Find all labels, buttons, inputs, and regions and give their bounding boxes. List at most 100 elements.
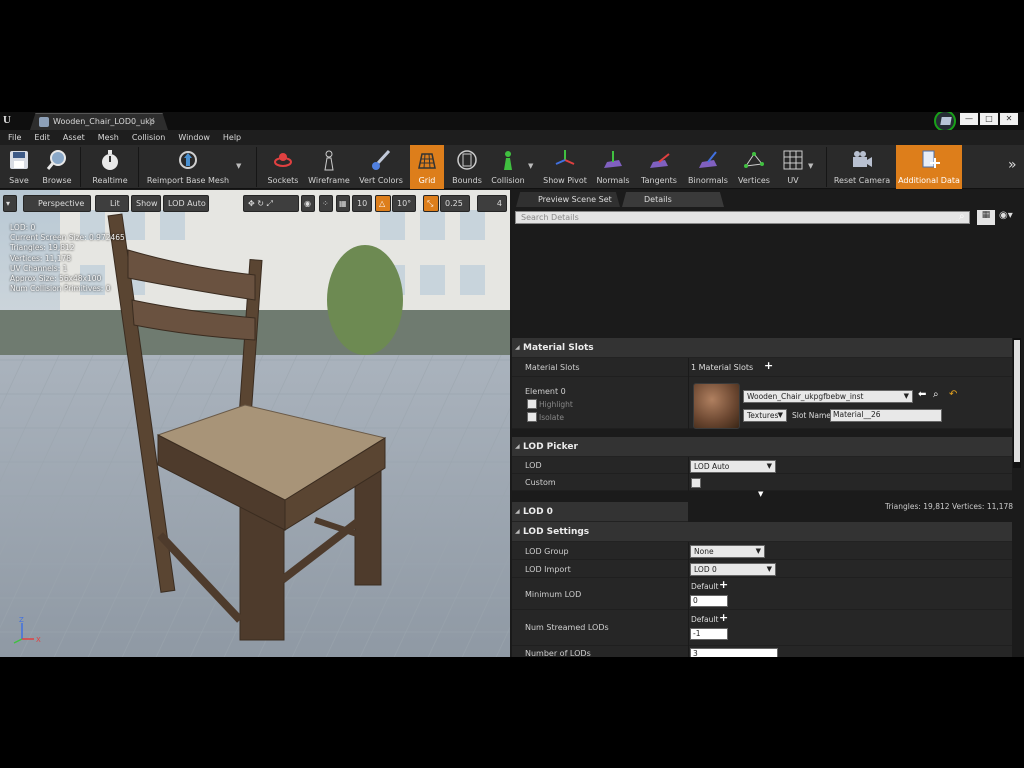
menu-collision[interactable]: Collision — [132, 133, 166, 142]
lod-group-dropdown[interactable]: None ▼ — [690, 545, 765, 558]
maximize-button[interactable]: □ — [980, 113, 998, 125]
collapse-arrow-icon[interactable]: ◢ — [515, 502, 520, 522]
transform-tools[interactable]: ✥ ↻ ⤢ — [243, 195, 299, 212]
section-lod-picker[interactable]: ◢ LOD Picker — [512, 437, 1012, 457]
number-of-lods-input[interactable]: 3 — [690, 648, 778, 657]
menu-file[interactable]: File — [8, 133, 21, 142]
add-material-slot-icon[interactable]: + — [764, 359, 773, 372]
scale-snap-value[interactable]: 0.25 — [440, 195, 470, 212]
rotation-snap-icon[interactable]: △ — [375, 195, 391, 212]
vertices-stat: Vertices: 11,178 — [952, 502, 1014, 511]
grid-snap-icon[interactable]: ▦ — [336, 195, 350, 212]
section-material-slots[interactable]: ◢ Material Slots — [512, 338, 1012, 358]
binormals-button[interactable]: Binormals — [686, 145, 730, 189]
view-options-icon[interactable]: ▦ — [977, 210, 995, 225]
tab-preview-scene-set[interactable]: Preview Scene Set — [516, 192, 620, 207]
isolate-checkbox[interactable] — [527, 412, 537, 422]
scrollbar-thumb[interactable] — [1014, 340, 1020, 462]
stat-lod: LOD: 0 — [10, 223, 36, 232]
rotation-snap-value[interactable]: 10° — [392, 195, 416, 212]
project-icon[interactable] — [932, 112, 958, 132]
lod-auto-button[interactable]: LOD Auto — [163, 195, 209, 212]
uv-button[interactable]: UV — [776, 145, 810, 189]
lod-import-dropdown[interactable]: LOD 0 ▼ — [690, 563, 776, 576]
vert-colors-button[interactable]: Vert Colors — [356, 145, 406, 189]
highlight-checkbox[interactable] — [527, 399, 537, 409]
panel-scrollbar[interactable] — [1013, 338, 1021, 468]
grid-button[interactable]: Grid — [410, 145, 444, 189]
section-lod-settings[interactable]: ◢ LOD Settings — [512, 522, 1012, 542]
world-local-icon[interactable]: ◉ — [301, 195, 315, 212]
collision-dropdown-icon[interactable]: ▼ — [528, 162, 533, 170]
minimum-lod-add-icon[interactable]: + — [719, 578, 728, 591]
minimize-button[interactable]: — — [960, 113, 978, 125]
collapse-arrow-icon[interactable]: ◢ — [515, 437, 520, 457]
save-button[interactable]: Save — [2, 145, 36, 189]
reset-icon[interactable]: ↶ — [949, 389, 957, 400]
browse-button[interactable]: Browse — [38, 145, 76, 189]
collapse-arrow-icon[interactable]: ◢ — [515, 338, 520, 358]
lod-dropdown[interactable]: LOD Auto ▼ — [690, 460, 776, 473]
minimum-lod-input[interactable]: 0 — [690, 595, 728, 607]
search-icon[interactable]: ⌕ — [959, 211, 965, 222]
isolate-label: Isolate — [539, 413, 564, 422]
uv-dropdown-icon[interactable]: ▼ — [808, 162, 813, 170]
menu-edit[interactable]: Edit — [34, 133, 50, 142]
stat-vertices: Vertices: 11,178 — [10, 253, 72, 263]
surface-snap-icon[interactable]: ⁘ — [319, 195, 333, 212]
vertices-button[interactable]: Vertices — [734, 145, 774, 189]
bounds-button[interactable]: Bounds — [448, 145, 486, 189]
menu-mesh[interactable]: Mesh — [98, 133, 119, 142]
close-tab-icon[interactable]: × — [148, 116, 156, 126]
asset-tab[interactable]: Wooden_Chair_LOD0_ukp × — [30, 113, 168, 130]
perspective-button[interactable]: Perspective — [23, 195, 91, 212]
close-button[interactable]: ✕ — [1000, 113, 1018, 125]
reimport-dropdown-icon[interactable]: ▼ — [236, 162, 241, 170]
material-dropdown[interactable]: Wooden_Chair_ukpgfbebw_inst ▼ — [743, 390, 913, 403]
textures-label: Textures — [747, 411, 779, 420]
grid-snap-value[interactable]: 10 — [352, 195, 372, 212]
stat-uv-channels: UV Channels: 1 — [10, 263, 68, 273]
unreal-logo-icon: U — [3, 114, 11, 126]
menu-asset[interactable]: Asset — [63, 133, 85, 142]
slot-name-input[interactable]: Material__26 — [830, 409, 942, 422]
material-slots-label: Material Slots — [525, 363, 580, 372]
scale-snap-icon[interactable]: ⤡ — [423, 195, 439, 212]
search-details-input[interactable]: Search Details — [515, 211, 970, 224]
reset-camera-button[interactable]: Reset Camera — [832, 145, 892, 189]
grid-icon — [418, 153, 436, 169]
num-streamed-add-icon[interactable]: + — [719, 611, 728, 624]
show-pivot-button[interactable]: Show Pivot — [540, 145, 590, 189]
menu-help[interactable]: Help — [223, 133, 241, 142]
search-placeholder: Search Details — [521, 213, 579, 222]
custom-checkbox[interactable] — [691, 478, 701, 488]
eye-icon[interactable]: ◉▾ — [999, 210, 1013, 221]
material-thumbnail[interactable] — [693, 383, 740, 429]
wireframe-button[interactable]: Wireframe — [306, 145, 352, 189]
section-title: Material Slots — [523, 343, 594, 353]
collapse-arrow-icon[interactable]: ◢ — [515, 522, 520, 542]
num-streamed-input[interactable]: -1 — [690, 628, 728, 640]
menu-window[interactable]: Window — [178, 133, 210, 142]
show-button[interactable]: Show — [131, 195, 161, 212]
browse-asset-icon[interactable]: ⌕ — [933, 389, 939, 400]
num-streamed-lods-label: Num Streamed LODs — [525, 623, 609, 632]
title-bar: U Wooden_Chair_LOD0_ukp × — □ ✕ — [0, 112, 1024, 132]
reimport-button[interactable]: Reimport Base Mesh — [146, 145, 230, 189]
additional-data-button[interactable]: Additional Data — [896, 145, 962, 189]
mesh-viewport[interactable]: ▾ Perspective Lit Show LOD Auto ✥ ↻ ⤢ ◉ … — [0, 190, 510, 657]
textures-dropdown[interactable]: Textures ▼ — [743, 409, 787, 422]
section-lod-0[interactable]: ◢ LOD 0 — [512, 502, 688, 522]
lit-button[interactable]: Lit — [95, 195, 129, 212]
viewport-options-icon[interactable]: ▾ — [3, 195, 17, 212]
toolbar-overflow-icon[interactable]: » — [1008, 157, 1017, 173]
tangents-button[interactable]: Tangents — [638, 145, 680, 189]
tab-details[interactable]: Details — [622, 192, 724, 207]
expand-advanced-icon[interactable]: ▼ — [758, 490, 763, 498]
camera-speed-button[interactable]: 4 — [477, 195, 507, 212]
use-selected-arrow-icon[interactable]: ⬅ — [918, 389, 926, 400]
realtime-button[interactable]: Realtime — [88, 145, 132, 189]
collision-button[interactable]: Collision — [488, 145, 528, 189]
sockets-button[interactable]: Sockets — [264, 145, 302, 189]
normals-button[interactable]: Normals — [594, 145, 632, 189]
